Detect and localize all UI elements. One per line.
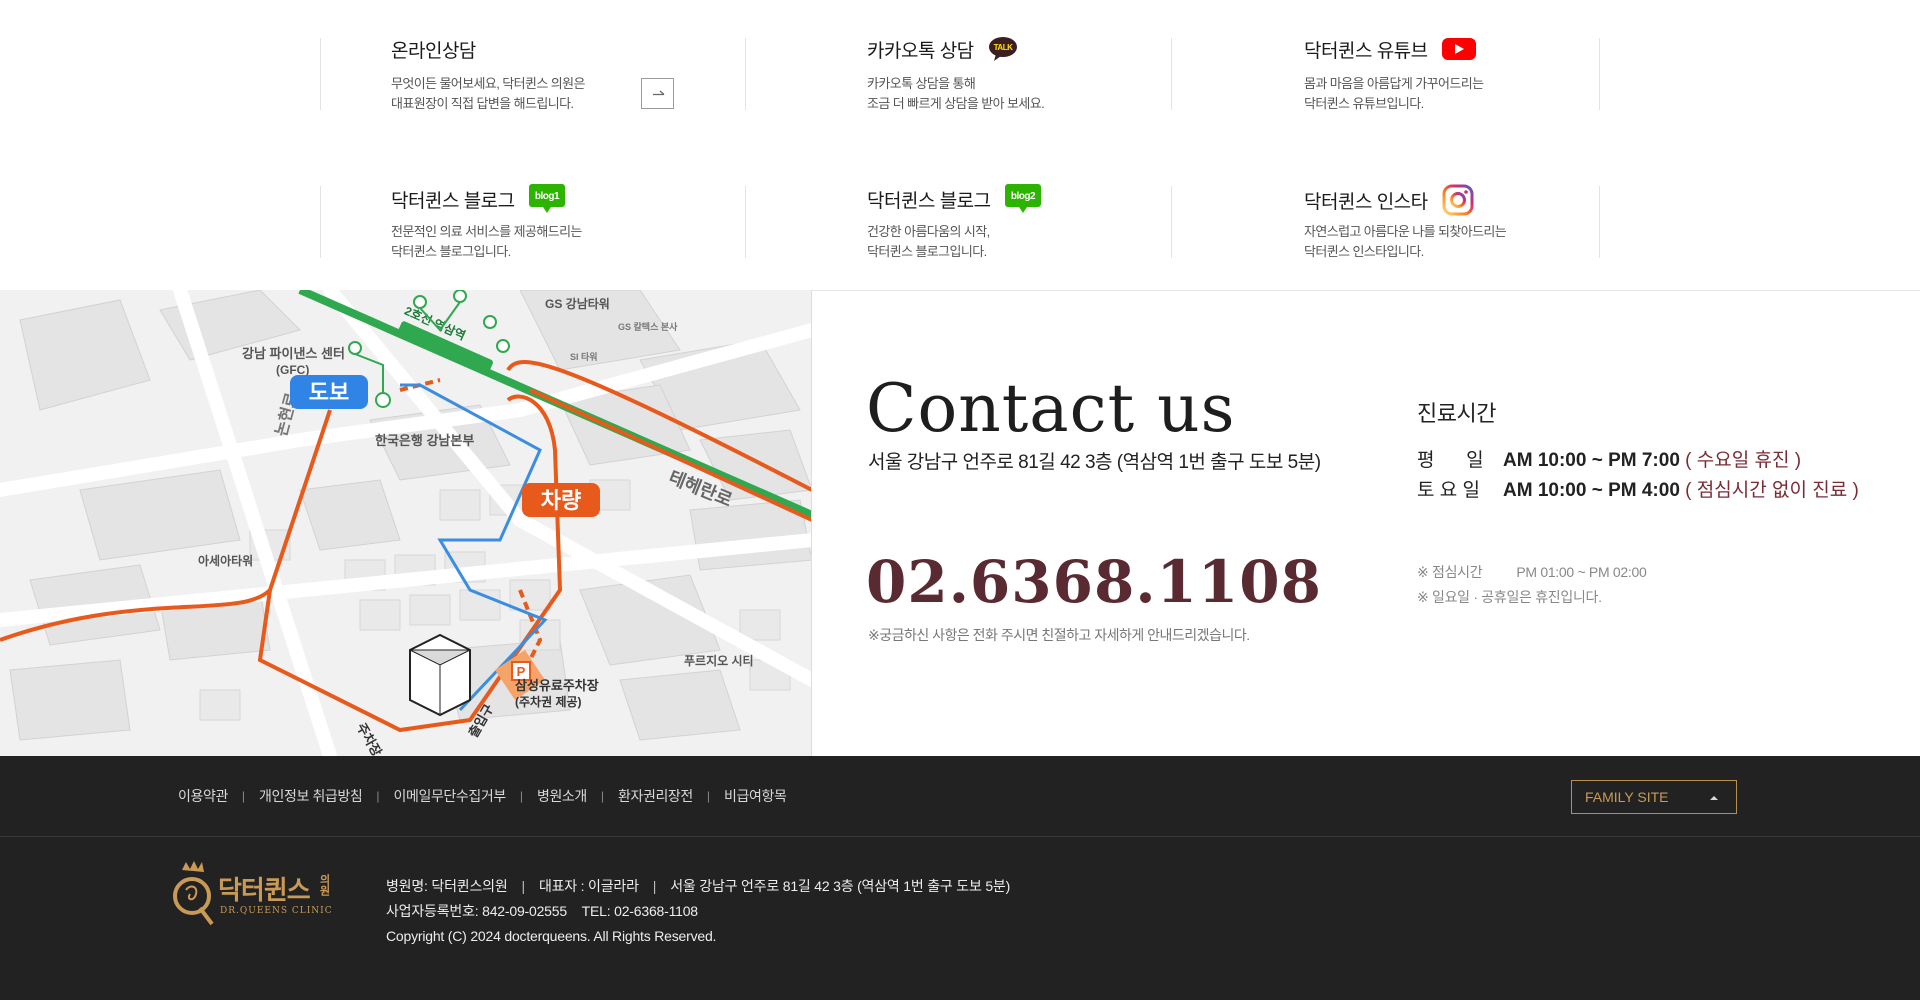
- svg-text:blog1: blog1: [535, 191, 560, 202]
- caret-up-icon: [1710, 796, 1718, 800]
- company-info-line1: 병원명: 닥터퀸스의원 | 대표자 : 이글라라 | 서울 강남구 언주로 81길 42…: [386, 878, 1011, 894]
- kakao-consult-title: 카카오톡 상담 TALK: [867, 36, 1018, 68]
- map-label-gs-tower: GS 강남타워: [545, 296, 610, 311]
- blog1-card[interactable]: 닥터퀸스 블로그 blog1 전문적인 의료 서비스를 제공해드리는 닥터퀸스 블…: [320, 184, 746, 259]
- svg-text:도보: 도보: [309, 380, 349, 405]
- divider: [1599, 38, 1600, 110]
- svg-text:P: P: [517, 664, 526, 679]
- blog2-title: 닥터퀸스 블로그 blog2: [867, 184, 1042, 220]
- divider: [1171, 38, 1172, 110]
- blog-icon: blog2: [1005, 184, 1042, 220]
- blog2-desc: 건강한 아름다움의 시작, 닥터퀸스 블로그입니다.: [867, 224, 990, 259]
- youtube-title: 닥터퀸스 유튜브: [1304, 36, 1477, 67]
- section-divider: [812, 290, 1920, 291]
- kakao-consult-card[interactable]: 카카오톡 상담 TALK 카카오톡 상담을 통해 조금 더 빠르게 상담을 받아 …: [745, 36, 1171, 111]
- youtube-icon: [1442, 37, 1477, 67]
- map-label-si-tower: SI 타워: [570, 351, 598, 362]
- map-label-pureujio: 푸르지오 시티: [684, 653, 754, 668]
- clinic-building-icon: [409, 633, 471, 717]
- contact-title: Contact us: [866, 370, 1236, 447]
- online-consult-title: 온라인상담: [391, 41, 476, 62]
- footer-link-privacy[interactable]: 개인정보 취급방침: [259, 786, 363, 806]
- blog2-card[interactable]: 닥터퀸스 블로그 blog2 건강한 아름다움의 시작, 닥터퀸스 블로그입니다.: [745, 184, 1171, 259]
- map-label-parking-sub: (주차권 제공): [515, 694, 582, 709]
- service-links-section: 온라인상담 무엇이든 물어보세요, 닥터퀸스 의원은 대표원장이 직접 답변을 해…: [0, 0, 1920, 290]
- clinic-address: 서울 강남구 언주로 81길 42 3층 (역삼역 1번 출구 도보 5분): [868, 452, 1321, 473]
- online-consult-card[interactable]: 온라인상담 무엇이든 물어보세요, 닥터퀸스 의원은 대표원장이 직접 답변을 해…: [320, 38, 746, 111]
- map-label-gfc-sub: (GFC): [276, 363, 309, 377]
- instagram-title: 닥터퀸스 인스타: [1304, 184, 1474, 222]
- footer-link-patient-rights[interactable]: 환자권리장전: [618, 786, 693, 806]
- footer: 이용약관 | 개인정보 취급방침 | 이메일무단수집거부 | 병원소개 | 환자권리장전…: [0, 756, 1920, 1000]
- blog1-desc: 전문적인 의료 서비스를 제공해드리는 닥터퀸스 블로그입니다.: [391, 224, 582, 259]
- footer-divider: [0, 836, 1920, 837]
- map-label-gs-hq: GS 칼텍스 본사: [618, 321, 678, 332]
- svg-text:차량: 차량: [541, 488, 581, 513]
- blog-icon: blog1: [529, 184, 566, 220]
- svg-text:TALK: TALK: [994, 43, 1013, 52]
- copyright: Copyright (C) 2024 docterqueens. All Rig…: [386, 928, 717, 944]
- youtube-desc: 몸과 마음을 아름답게 가꾸어드리는 닥터퀸스 유튜브입니다.: [1304, 76, 1484, 111]
- instagram-card[interactable]: 닥터퀸스 인스타 자연스럽고 아름다운 나를 되찾아드리는 닥터퀸스 인스타입니…: [1171, 184, 1597, 259]
- queen-logo-icon: [173, 861, 214, 926]
- clinic-logo[interactable]: 닥터퀸스 의원 DR.QUEENS CLINIC: [170, 860, 340, 930]
- online-consult-desc: 무엇이든 물어보세요, 닥터퀸스 의원은 대표원장이 직접 답변을 해드립니다.: [391, 76, 585, 111]
- location-map[interactable]: 2호선 역삼역 P 강남 파이낸스 센터 (GFC) GS 강남타워 GS 칼텍…: [0, 290, 812, 756]
- hours-row-saturday: 토 요 일 AM 10:00 ~ PM 4:00 ( 점심시간 없이 진료 ): [1417, 480, 1859, 501]
- footer-link-about[interactable]: 병원소개: [537, 786, 587, 806]
- blog1-title: 닥터퀸스 블로그 blog1: [391, 184, 566, 220]
- map-label-gfc: 강남 파이낸스 센터: [242, 346, 345, 361]
- instagram-icon: [1442, 184, 1474, 222]
- divider: [745, 186, 746, 258]
- footer-links: 이용약관 | 개인정보 취급방침 | 이메일무단수집거부 | 병원소개 | 환자권리장전…: [178, 786, 787, 806]
- phone-number[interactable]: 02.6368.1108: [866, 548, 1322, 616]
- youtube-card[interactable]: 닥터퀸스 유튜브 몸과 마음을 아름답게 가꾸어드리는 닥터퀸스 유튜브입니다.: [1171, 36, 1597, 111]
- company-info-line2: 사업자등록번호: 842-09-02555 TEL: 02-6368-1108: [386, 903, 698, 919]
- footer-link-email-refusal[interactable]: 이메일무단수집거부: [394, 786, 507, 806]
- divider: [1599, 186, 1600, 258]
- footer-company-info: 병원명: 닥터퀸스의원 | 대표자 : 이글라라 | 서울 강남구 언주로 81길 42…: [386, 874, 1010, 949]
- footer-link-terms[interactable]: 이용약관: [178, 786, 228, 806]
- holiday-note: ※ 일요일 · 공휴일은 휴진입니다.: [1417, 589, 1602, 605]
- car-route-badge: 차량: [522, 483, 600, 517]
- family-site-select[interactable]: FAMILY SITE: [1571, 780, 1737, 814]
- map-label-parking: 삼성유료주차장: [515, 678, 599, 693]
- lunch-time-note: ※ 점심시간 PM 01:00 ~ PM 02:00: [1417, 564, 1647, 580]
- svg-text:blog2: blog2: [1011, 191, 1036, 202]
- logo-subtitle: DR.QUEENS CLINIC: [220, 906, 333, 916]
- hours-row-weekday: 평 일 AM 10:00 ~ PM 7:00 ( 수요일 휴진 ): [1417, 450, 1802, 471]
- phone-note: ※궁금하신 사항은 전화 주시면 친절하고 자세하게 안내드리겠습니다.: [868, 627, 1250, 643]
- kakao-consult-desc: 카카오톡 상담을 통해 조금 더 빠르게 상담을 받아 보세요.: [867, 76, 1045, 111]
- online-consult-arrow-button[interactable]: [641, 78, 674, 109]
- walk-route-badge: 도보: [290, 375, 368, 409]
- footer-link-non-covered[interactable]: 비급여항목: [724, 786, 787, 806]
- map-illustration: 2호선 역삼역 P 강남 파이낸스 센터 (GFC) GS 강남타워 GS 칼텍…: [0, 290, 811, 756]
- map-label-asea: 아세아타워: [198, 553, 253, 568]
- map-label-bok: 한국은행 강남본부: [375, 433, 474, 448]
- logo-small-text: 의원: [318, 874, 330, 896]
- kakao-talk-icon: TALK: [988, 36, 1018, 68]
- logo-text: 닥터퀸스: [218, 875, 311, 905]
- hours-title: 진료시간: [1417, 401, 1496, 426]
- instagram-desc: 자연스럽고 아름다운 나를 되찾아드리는 닥터퀸스 인스타입니다.: [1304, 224, 1507, 259]
- arrow-right-icon: [653, 90, 665, 96]
- divider: [745, 38, 746, 110]
